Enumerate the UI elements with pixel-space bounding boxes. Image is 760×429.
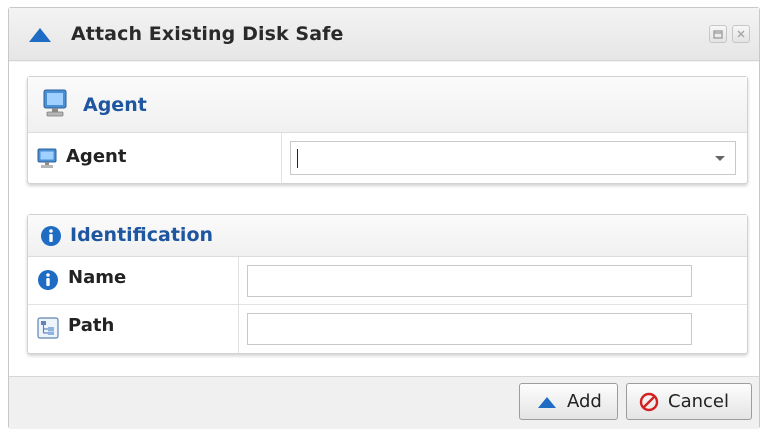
chevron-down-icon[interactable] <box>715 156 725 161</box>
add-button-label: Add <box>567 391 602 412</box>
agent-field-label: Agent <box>66 146 127 167</box>
agent-panel-title: Agent <box>83 94 147 116</box>
agent-panel: Agent Agent <box>27 76 748 185</box>
up-triangle-icon <box>538 397 556 408</box>
agent-select[interactable] <box>290 141 736 175</box>
cancel-circle-icon <box>639 392 659 412</box>
identification-panel: Identification Name Path <box>27 214 748 354</box>
dialog-body: Agent Agent Identification Name Path <box>9 62 759 376</box>
cancel-button-label: Cancel <box>668 391 729 412</box>
path-label-cell: Path <box>28 305 239 353</box>
identification-panel-title: Identification <box>70 224 214 246</box>
attach-disk-safe-dialog: Attach Existing Disk Safe Agent Agent Id… <box>8 7 760 429</box>
agent-label-cell: Agent <box>28 133 282 185</box>
dialog-title: Attach Existing Disk Safe <box>71 23 344 45</box>
name-field-label: Name <box>68 267 127 288</box>
name-row: Name <box>28 257 747 305</box>
cancel-button[interactable]: Cancel <box>626 383 752 420</box>
close-icon <box>737 30 745 38</box>
up-triangle-icon <box>29 28 51 42</box>
close-button[interactable] <box>732 25 750 43</box>
restore-button[interactable] <box>709 25 727 43</box>
text-caret <box>297 149 298 168</box>
path-row: Path <box>28 305 747 353</box>
agent-panel-header: Agent <box>28 77 747 133</box>
folder-tree-icon <box>37 317 59 339</box>
computer-icon <box>43 89 67 117</box>
computer-icon <box>37 148 57 168</box>
dialog-titlebar[interactable]: Attach Existing Disk Safe <box>9 8 759 61</box>
name-input[interactable] <box>247 265 692 297</box>
identification-panel-header: Identification <box>28 215 747 257</box>
info-icon <box>38 270 58 290</box>
dialog-footer: Add Cancel <box>9 376 759 429</box>
add-button[interactable]: Add <box>519 383 618 420</box>
agent-row: Agent <box>28 133 747 185</box>
restore-icon <box>713 30 723 39</box>
name-label-cell: Name <box>28 257 239 304</box>
path-field-label: Path <box>68 315 115 336</box>
path-input[interactable] <box>247 313 692 345</box>
info-icon <box>41 226 61 246</box>
